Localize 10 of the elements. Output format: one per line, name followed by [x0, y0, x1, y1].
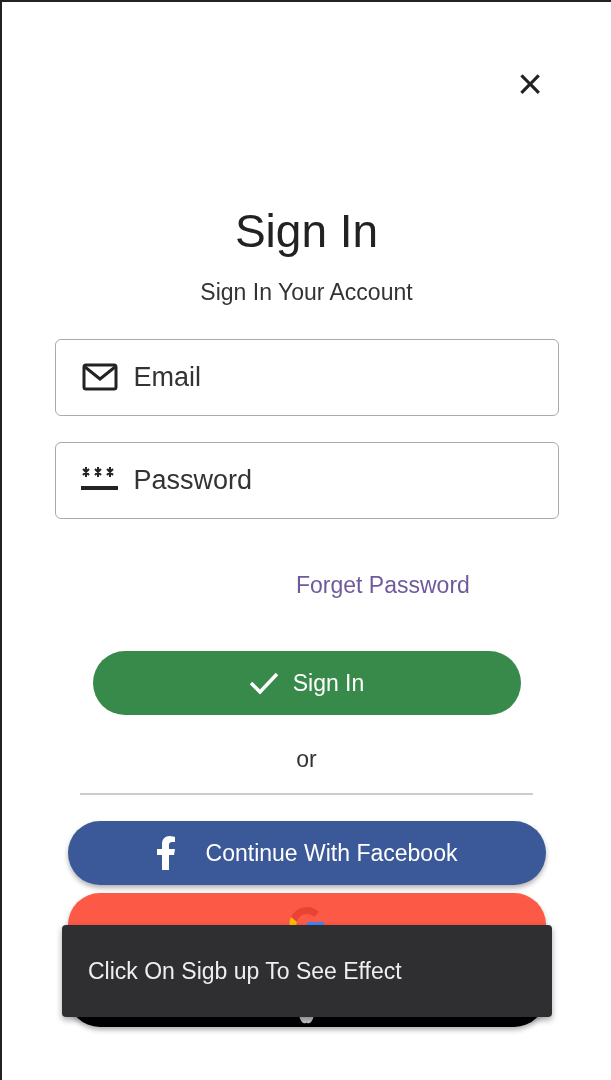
email-field[interactable]: Email	[54, 339, 559, 416]
close-button[interactable]: ×	[517, 60, 543, 108]
sign-in-button[interactable]: Sign In	[92, 651, 521, 715]
title: Sign In	[234, 204, 379, 258]
subtitle: Sign In Your Account	[200, 278, 413, 306]
toast-message: Click On Sigb up To See Effect	[88, 956, 402, 986]
facebook-button[interactable]: Continue With Facebook	[67, 821, 546, 885]
divider-text: or	[296, 745, 317, 773]
forget-password-link[interactable]: Forget Password	[296, 571, 470, 599]
password-field[interactable]: Password	[54, 442, 559, 519]
